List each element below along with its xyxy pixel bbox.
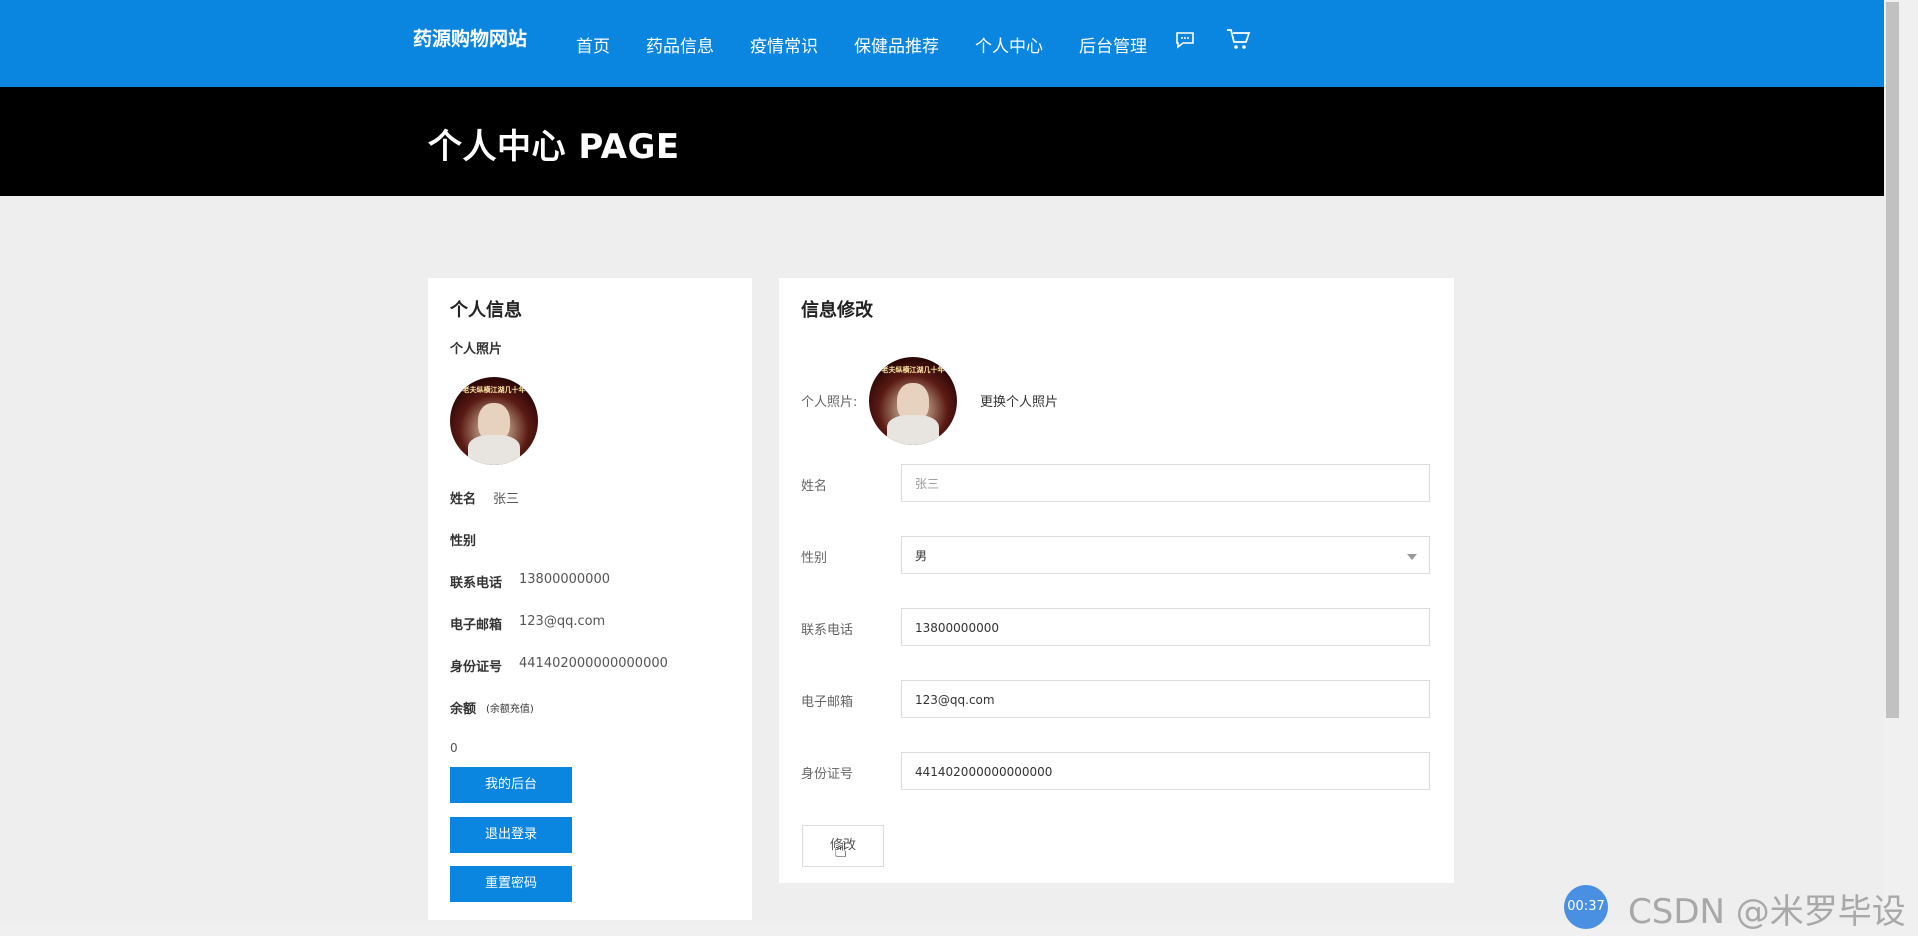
recharge-link[interactable]: (余额充值)	[486, 700, 534, 715]
balance-label: 余额	[450, 702, 477, 717]
page-title: 个人中心 PAGE	[428, 127, 680, 167]
name-label: 姓名	[450, 492, 477, 507]
edit-title: 信息修改	[801, 300, 873, 321]
nav-drug-info[interactable]: 药品信息	[646, 32, 714, 57]
phone-value: 13800000000	[519, 572, 610, 587]
hand-cursor-icon: ☝	[834, 838, 848, 863]
phone-label: 联系电话	[450, 576, 503, 591]
watermark: CSDN @米罗毕设	[1628, 892, 1906, 932]
reset-password-button[interactable]: 重置密码	[450, 866, 572, 902]
edit-gender-label: 性别	[801, 551, 828, 566]
main-nav: 首页 药品信息 疫情常识 保健品推荐 个人中心 后台管理	[576, 32, 1183, 57]
change-photo-link[interactable]: 更换个人照片	[980, 391, 1058, 410]
gender-selected-value: 男	[915, 549, 928, 563]
email-input[interactable]: 123@qq.com	[901, 680, 1430, 718]
nav-epidemic[interactable]: 疫情常识	[750, 32, 818, 57]
edit-id-label: 身份证号	[801, 767, 854, 782]
profile-avatar: 老夫纵横江湖几十年	[450, 377, 538, 465]
recording-timer: 00:37	[1564, 885, 1608, 929]
nav-personal-center[interactable]: 个人中心	[975, 32, 1043, 57]
balance-value: 0	[450, 741, 458, 755]
edit-photo-label: 个人照片:	[801, 395, 858, 410]
my-backend-button[interactable]: 我的后台	[450, 767, 572, 803]
edit-phone-label: 联系电话	[801, 623, 854, 638]
name-value: 张三	[493, 492, 520, 507]
email-label: 电子邮箱	[450, 618, 503, 633]
scroll-thumb[interactable]	[1886, 2, 1899, 718]
photo-label: 个人照片	[450, 342, 503, 357]
profile-panel: 个人信息 个人照片 老夫纵横江湖几十年 姓名 张三 性别 联系电话 138000…	[428, 278, 752, 920]
page-banner: 个人中心 PAGE	[0, 87, 1884, 196]
site-brand[interactable]: 药源购物网站	[413, 24, 527, 51]
name-input[interactable]: 张三	[901, 464, 1430, 502]
gender-select[interactable]: 男	[901, 536, 1430, 574]
gender-label: 性别	[450, 534, 477, 549]
edit-avatar[interactable]: 老夫纵横江湖几十年	[869, 357, 957, 445]
vertical-scrollbar[interactable]	[1884, 0, 1918, 924]
id-input[interactable]: 441402000000000000	[901, 752, 1430, 790]
edit-email-label: 电子邮箱	[801, 695, 854, 710]
nav-home[interactable]: 首页	[576, 32, 610, 57]
chevron-down-icon	[1407, 554, 1417, 560]
email-value: 123@qq.com	[519, 614, 606, 629]
id-value: 441402000000000000	[519, 656, 668, 671]
chat-icon[interactable]	[1174, 30, 1196, 54]
phone-input[interactable]: 13800000000	[901, 608, 1430, 646]
logout-button[interactable]: 退出登录	[450, 817, 572, 853]
edit-name-label: 姓名	[801, 479, 828, 494]
nav-admin[interactable]: 后台管理	[1079, 32, 1147, 57]
top-nav-bar: 药源购物网站 首页 药品信息 疫情常识 保健品推荐 个人中心 后台管理	[0, 0, 1884, 87]
profile-title: 个人信息	[450, 300, 522, 321]
edit-avatar-caption: 老夫纵横江湖几十年	[881, 366, 945, 374]
id-label: 身份证号	[450, 660, 503, 675]
avatar-caption: 老夫纵横江湖几十年	[462, 386, 526, 394]
cart-icon[interactable]	[1225, 26, 1251, 56]
nav-health-products[interactable]: 保健品推荐	[854, 32, 939, 57]
